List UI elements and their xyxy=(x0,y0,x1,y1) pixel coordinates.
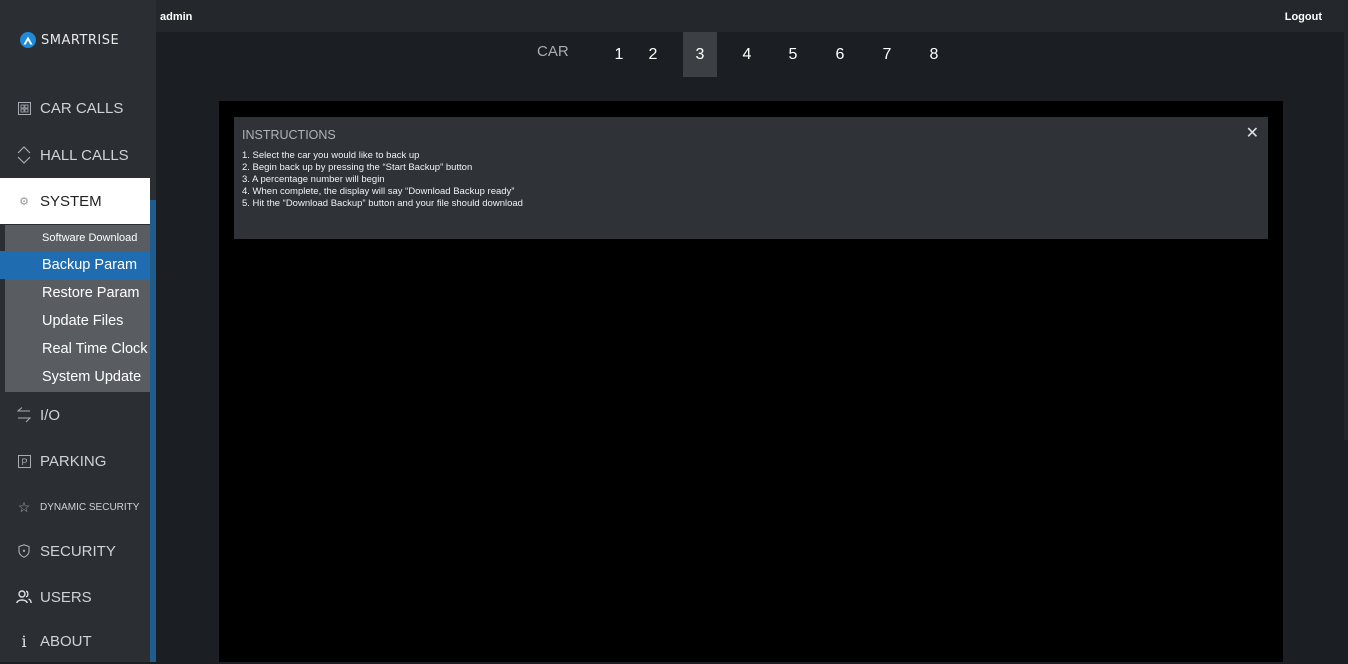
sidebar-item-label: I/O xyxy=(40,406,61,424)
sidebar-item-parking[interactable]: P PARKING xyxy=(0,438,150,484)
car-tab-5[interactable]: 5 xyxy=(776,32,810,77)
sidebar-item-label: ABOUT xyxy=(40,632,92,650)
instruction-step: 1. Select the car you would like to back… xyxy=(242,150,420,161)
brand-logo[interactable]: SMARTRISE xyxy=(20,32,119,48)
current-user: admin xyxy=(160,11,193,23)
close-icon[interactable]: ✕ xyxy=(1246,123,1259,143)
submenu-item-restore-param[interactable]: Restore Param xyxy=(5,279,150,307)
instruction-step: 2. Begin back up by pressing the “Start … xyxy=(242,162,473,173)
system-submenu: Software Download Backup Param Restore P… xyxy=(0,225,150,392)
gear-icon: ⚙ xyxy=(19,195,29,208)
star-icon: ☆ xyxy=(17,498,31,515)
car-tab-8[interactable]: 8 xyxy=(917,32,951,77)
car-tab-2[interactable]: 2 xyxy=(636,32,670,77)
sidebar-item-security[interactable]: SECURITY xyxy=(0,528,150,574)
info-icon: i xyxy=(21,631,27,651)
shield-icon xyxy=(16,544,32,558)
sidebar-item-label: SECURITY xyxy=(40,542,116,560)
instructions-box: INSTRUCTIONS 1. Select the car you would… xyxy=(234,117,1268,239)
sidebar-item-label: DYNAMIC SECURITY xyxy=(40,501,140,513)
submenu-item-system-update[interactable]: System Update xyxy=(5,363,150,391)
page-scrollbar[interactable] xyxy=(1344,0,1348,440)
svg-text:P: P xyxy=(21,457,27,467)
sidebar-item-io[interactable]: I/O xyxy=(0,392,150,438)
brand-name: SMARTRISE xyxy=(41,32,120,48)
logout-link[interactable]: Logout xyxy=(1285,11,1322,23)
sidebar-item-car-calls[interactable]: CAR CALLS xyxy=(0,85,150,131)
up-down-chevron-icon xyxy=(16,146,32,164)
sidebar-item-label: SYSTEM xyxy=(40,192,102,210)
car-tab-4[interactable]: 4 xyxy=(730,32,764,77)
elevator-panel-icon xyxy=(16,101,32,115)
submenu-item-update-files[interactable]: Update Files xyxy=(5,307,150,335)
submenu-item-software-download[interactable]: Software Download xyxy=(5,225,150,251)
instruction-step: 5. Hit the “Download Backup” button and … xyxy=(242,198,523,209)
swap-arrows-icon xyxy=(16,407,32,423)
sidebar-item-about[interactable]: i ABOUT xyxy=(0,618,150,664)
sidebar-item-label: PARKING xyxy=(40,452,107,470)
sidebar-item-label: HALL CALLS xyxy=(40,146,129,164)
car-tab-1[interactable]: 1 xyxy=(602,32,636,77)
sidebar-item-label: USERS xyxy=(40,588,92,606)
sidebar-item-system[interactable]: ⚙ SYSTEM xyxy=(0,178,150,224)
instruction-step: 4. When complete, the display will say “… xyxy=(242,186,515,197)
sidebar: SMARTRISE CAR CALLS HALL CALLS ⚙ SYSTEM … xyxy=(0,0,156,662)
sidebar-scrollbar[interactable] xyxy=(150,200,156,662)
submenu-item-backup-param[interactable]: Backup Param xyxy=(0,251,150,279)
sidebar-item-users[interactable]: USERS xyxy=(0,574,150,620)
instructions-title: INSTRUCTIONS xyxy=(242,128,336,142)
sidebar-item-dynamic-security[interactable]: ☆ DYNAMIC SECURITY xyxy=(0,484,150,530)
submenu-item-real-time-clock[interactable]: Real Time Clock xyxy=(5,335,150,363)
car-tab-7[interactable]: 7 xyxy=(870,32,904,77)
instruction-step: 3. A percentage number will begin xyxy=(242,174,385,185)
car-tab-3[interactable]: 3 xyxy=(683,32,717,77)
parking-icon: P xyxy=(16,454,32,468)
car-tab-6[interactable]: 6 xyxy=(823,32,857,77)
smartrise-logo-icon xyxy=(20,32,36,48)
instructions-list: 1. Select the car you would like to back… xyxy=(242,150,523,210)
users-icon xyxy=(16,590,32,604)
car-label: CAR xyxy=(537,43,569,60)
sidebar-item-label: CAR CALLS xyxy=(40,99,124,117)
sidebar-item-hall-calls[interactable]: HALL CALLS xyxy=(0,132,150,178)
car-selector: CAR 1 2 3 4 5 6 7 8 xyxy=(156,32,1348,104)
top-bar: admin Logout xyxy=(156,0,1348,32)
